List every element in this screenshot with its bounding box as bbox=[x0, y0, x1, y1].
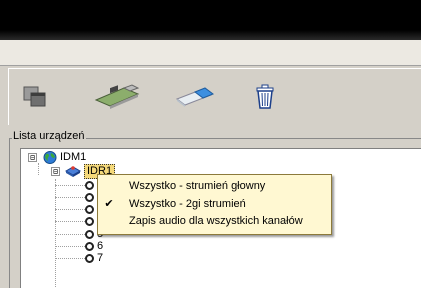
collapse-icon[interactable]: ⊟ bbox=[51, 167, 60, 176]
windows-icon bbox=[23, 86, 46, 107]
tree-line bbox=[55, 197, 85, 198]
menu-bar bbox=[0, 40, 421, 66]
menu-item-second-stream[interactable]: ✔ Wszystko - 2gi strumień bbox=[99, 196, 330, 212]
tree-line bbox=[55, 234, 85, 235]
tree-node-channel[interactable]: 7 bbox=[85, 252, 103, 265]
menu-item-main-stream[interactable]: Wszystko - strumień głowny bbox=[99, 178, 330, 194]
tree-line bbox=[38, 163, 39, 175]
delete-button[interactable] bbox=[247, 83, 283, 111]
channel-label: 7 bbox=[97, 252, 104, 264]
collapse-icon[interactable]: ⊟ bbox=[28, 153, 37, 162]
capture-card-icon bbox=[94, 84, 140, 109]
tree-node-label: IDM1 bbox=[60, 151, 87, 163]
camera-channel-icon bbox=[85, 193, 94, 202]
camera-channel-icon bbox=[85, 230, 94, 239]
tree-node-idm1[interactable]: ⊟ IDM1 bbox=[28, 151, 86, 164]
usb-key-icon bbox=[175, 87, 215, 107]
menu-item-label: Zapis audio dla wszystkich kanałów bbox=[129, 215, 303, 227]
tree-line bbox=[55, 258, 85, 259]
title-bar bbox=[0, 0, 421, 40]
camera-channel-icon bbox=[85, 242, 94, 251]
checkmark-icon: ✔ bbox=[104, 198, 114, 210]
camera-channel-icon bbox=[85, 205, 94, 214]
globe-icon bbox=[43, 151, 57, 164]
windows-button[interactable] bbox=[17, 83, 53, 111]
device-list-title: Lista urządzeń bbox=[12, 130, 86, 142]
menu-item-label: Wszystko - strumień głowny bbox=[129, 180, 266, 192]
tree-line bbox=[55, 209, 85, 210]
camera-channel-icon bbox=[85, 217, 94, 226]
menu-item-label: Wszystko - 2gi strumień bbox=[129, 198, 246, 210]
trash-icon bbox=[256, 84, 274, 109]
camera-channel-icon bbox=[85, 254, 94, 263]
tree-line bbox=[55, 221, 85, 222]
capture-card-button[interactable] bbox=[93, 83, 141, 111]
context-menu: Wszystko - strumień głowny ✔ Wszystko - … bbox=[97, 174, 332, 235]
tree-line bbox=[55, 246, 85, 247]
usb-key-button[interactable] bbox=[172, 83, 216, 111]
tree-line bbox=[55, 185, 85, 186]
device-icon bbox=[65, 166, 81, 177]
camera-channel-icon bbox=[85, 181, 94, 190]
toolbar bbox=[8, 68, 421, 125]
menu-item-audio-all[interactable]: Zapis audio dla wszystkich kanałów bbox=[99, 213, 330, 229]
